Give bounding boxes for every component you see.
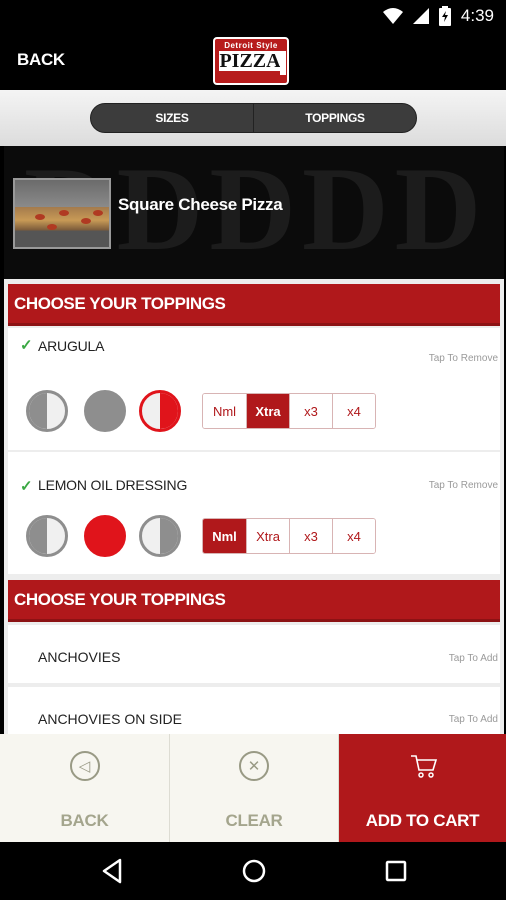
pizza-thumbnail [13,178,111,249]
logo-main-text: PIZZA [219,50,281,72]
nav-recents-icon[interactable] [384,858,408,884]
left-half-portion-button[interactable] [26,515,68,557]
whole-portion-button[interactable] [84,515,126,557]
whole-portion-button[interactable] [84,390,126,432]
battery-icon [438,6,451,26]
topping-name: ANCHOVIES ON SIDE [38,711,182,727]
back-button-label: BACK [60,811,109,830]
app-header: BACK Detroit Style PIZZA [0,32,506,90]
tabs-area: SIZES TOPPINGS [0,90,506,146]
tab-sizes[interactable]: SIZES [91,104,253,132]
status-bar: 4:39 [0,0,506,32]
tap-to-remove[interactable]: Tap To Remove [429,353,498,364]
selected-topping-row[interactable]: ✓ LEMON OIL DRESSING Tap To Remove Nml X… [8,452,500,574]
available-topping-row[interactable]: ANCHOVIES Tap To Add [8,625,500,683]
header-back-button[interactable]: BACK [17,50,65,70]
tap-to-add[interactable]: Tap To Add [449,714,498,725]
amount-xtra-button[interactable]: Xtra [246,394,289,428]
selected-topping-row[interactable]: ✓ ARUGULA Tap To Remove Nml Xtra x3 x4 [8,328,500,450]
section-header-toppings: CHOOSE YOUR TOPPINGS [8,580,500,622]
cart-icon [411,755,438,778]
bottom-action-bar: ◁ BACK ✕ CLEAR ADD TO CART [0,734,506,842]
amount-xtra-button[interactable]: Xtra [246,519,289,553]
right-half-portion-button[interactable] [139,390,181,432]
amount-nml-button[interactable]: Nml [203,519,246,553]
tap-to-remove[interactable]: Tap To Remove [429,480,498,491]
amount-x3-button[interactable]: x3 [289,519,332,553]
topping-name: ANCHOVIES [38,649,121,665]
nav-back-icon[interactable] [100,858,124,884]
amount-selector: Nml Xtra x3 x4 [202,393,376,429]
clear-button[interactable]: ✕ CLEAR [169,734,338,842]
brand-logo: Detroit Style PIZZA [213,37,289,85]
add-to-cart-label: ADD TO CART [365,811,480,830]
check-icon: ✓ [20,478,33,495]
tab-toppings[interactable]: TOPPINGS [253,104,416,132]
tab-bar: SIZES TOPPINGS [90,103,417,133]
wifi-icon [382,8,403,24]
close-icon: ✕ [239,751,269,781]
nav-home-icon[interactable] [241,858,267,884]
topping-name: LEMON OIL DRESSING [38,477,188,493]
back-arrow-icon: ◁ [69,751,100,781]
cellular-icon [412,8,429,24]
status-time: 4:39 [460,6,494,25]
right-half-portion-button[interactable] [139,515,181,557]
section-header-toppings: CHOOSE YOUR TOPPINGS [8,284,500,326]
back-button[interactable]: ◁ BACK [0,734,169,842]
available-topping-row[interactable]: ANCHOVIES ON SIDE Tap To Add [8,687,500,734]
check-icon: ✓ [20,337,33,354]
system-navigation-bar [0,842,506,900]
amount-nml-button[interactable]: Nml [203,394,246,428]
left-half-portion-button[interactable] [26,390,68,432]
status-icons: 4:39 [382,6,494,26]
add-to-cart-button[interactable]: ADD TO CART [338,734,506,842]
clear-button-label: CLEAR [225,811,283,830]
tap-to-add[interactable]: Tap To Add [449,653,498,664]
logo-top-text: Detroit Style [224,41,278,50]
logo-side-strip [280,51,286,75]
amount-selector: Nml Xtra x3 x4 [202,518,376,554]
amount-x4-button[interactable]: x4 [332,519,375,553]
topping-name: ARUGULA [38,338,105,354]
pizza-name: Square Cheese Pizza [118,195,283,214]
pizza-banner: DDDDD Square Cheese Pizza [4,146,504,279]
toppings-content[interactable]: DDDDD Square Cheese Pizza CHOOSE YOUR TO… [4,146,504,734]
amount-x4-button[interactable]: x4 [332,394,375,428]
amount-x3-button[interactable]: x3 [289,394,332,428]
